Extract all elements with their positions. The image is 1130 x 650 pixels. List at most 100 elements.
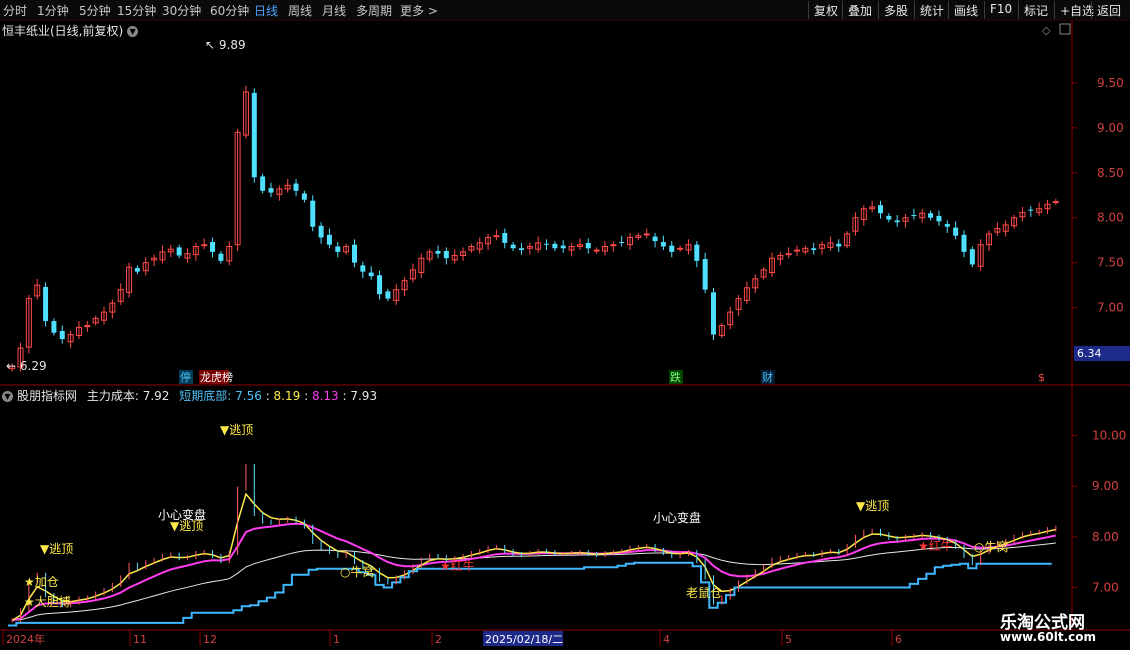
candle-body [677, 247, 684, 250]
candle-body [318, 225, 324, 238]
y-tick-label: 7.00 [1092, 580, 1119, 594]
candle-body [310, 200, 316, 227]
y-tick-label: 7.50 [1097, 256, 1124, 270]
candle-body [368, 272, 374, 277]
signal-label: ★红牛 [440, 558, 475, 573]
x-tick-label: 2025/02/18/二 [485, 633, 563, 646]
candle-body [544, 243, 550, 245]
event-marker: 停 [180, 370, 191, 384]
signal-label: 小心变盘 [158, 507, 206, 522]
candle-body [201, 244, 208, 247]
candle-body [218, 253, 224, 261]
candle-body [610, 244, 617, 247]
candle-body [593, 249, 600, 252]
candle-body [944, 224, 950, 227]
candle-body [84, 325, 91, 328]
signal-label: ○牛窝 [340, 564, 374, 579]
candle-body [785, 253, 792, 256]
candle-body [435, 250, 441, 254]
x-tick-label: 1 [333, 633, 340, 646]
event-marker: 跌 [670, 370, 681, 384]
signal-label: ★加仓 [24, 575, 59, 589]
x-tick-label: 5 [785, 633, 792, 646]
x-tick-label: 6 [895, 633, 902, 646]
candle-body [51, 321, 57, 333]
signal-label: 老鼠仓 [686, 586, 722, 600]
candle-body [502, 233, 508, 243]
y-tick-label: 10.00 [1092, 429, 1126, 443]
candle-body [518, 248, 524, 251]
candle-body [585, 242, 591, 249]
series-line-white [12, 542, 1056, 621]
pane-toggle-icon [1059, 23, 1071, 35]
signal-label: ○牛窝 [974, 539, 1008, 554]
diamond-icon: ◇ [1042, 24, 1051, 37]
x-tick-label: 4 [663, 633, 670, 646]
candle-body [669, 245, 675, 252]
signal-label: 小心变盘 [653, 510, 701, 525]
signal-label: ▼逃顶 [856, 499, 889, 513]
candle-body [619, 241, 625, 243]
candle-body [694, 244, 700, 261]
candle-body [268, 188, 274, 193]
candle-body [293, 183, 299, 191]
candle-body [59, 330, 65, 340]
candle-body [43, 286, 49, 322]
current-price-tag: 6.34 [1074, 346, 1130, 361]
watermark-url: www.60lt.com [1000, 630, 1097, 644]
y-tick-label: 9.50 [1097, 76, 1124, 90]
x-tick-label: 2 [435, 633, 442, 646]
candle-body [836, 243, 842, 247]
event-marker: 龙虎榜 [200, 370, 233, 384]
candle-body [969, 249, 975, 265]
candle-body [894, 220, 900, 223]
candle-body [936, 215, 942, 222]
chart-canvas[interactable]: 7.00 7.50 8.00 8.50 9.00 9.50 ↖ 9.89 ← 6.29 停 龙虎榜… [0, 0, 1130, 650]
candle-body [928, 213, 934, 218]
candle-body [911, 215, 917, 217]
candle-body [134, 268, 140, 272]
candle-body [877, 205, 883, 214]
candle-body [443, 250, 449, 259]
event-marker: 财 [762, 370, 773, 384]
high-label: ↖ 9.89 [205, 38, 246, 52]
y-tick-label: 9.00 [1097, 121, 1124, 135]
x-tick-label: 11 [133, 633, 147, 646]
candle-body [552, 243, 558, 249]
candle-body [351, 244, 357, 263]
candle-body [961, 234, 967, 252]
candle-body [702, 259, 708, 290]
signal-label: ▼逃顶 [40, 542, 73, 556]
candle-body [811, 248, 817, 251]
candle-body [210, 241, 216, 252]
signal-label: ★大胆搏 [24, 595, 71, 609]
candle-body [251, 92, 257, 178]
candle-body [560, 245, 566, 249]
signal-label: ▼逃顶 [220, 423, 253, 437]
candle-body [643, 233, 650, 236]
candle-body [652, 236, 658, 242]
candle-body [385, 291, 391, 299]
candle-body [660, 241, 666, 247]
signal-label: ★红牛 [918, 538, 953, 553]
candle-body [886, 215, 892, 220]
candle-body [377, 275, 383, 295]
candle-body [794, 249, 800, 252]
y-tick-label: 8.00 [1097, 211, 1124, 225]
candle-body [335, 246, 341, 252]
y-tick-label: 7.00 [1097, 301, 1124, 315]
event-marker: $ [1038, 371, 1045, 384]
candle-body [360, 265, 366, 272]
candle-body [326, 234, 332, 245]
candle-body [260, 176, 266, 191]
candle-body [176, 247, 182, 256]
x-tick-label: 2024年 [6, 632, 45, 646]
candle-body [510, 244, 516, 249]
y-tick-label: 8.50 [1097, 166, 1124, 180]
candle-body [493, 235, 500, 238]
y-tick-label: 9.00 [1092, 479, 1119, 493]
y-tick-label: 8.00 [1092, 530, 1119, 544]
candle-body [1028, 209, 1034, 211]
low-label: ← 6.29 [6, 359, 47, 373]
candle-body [711, 292, 717, 335]
